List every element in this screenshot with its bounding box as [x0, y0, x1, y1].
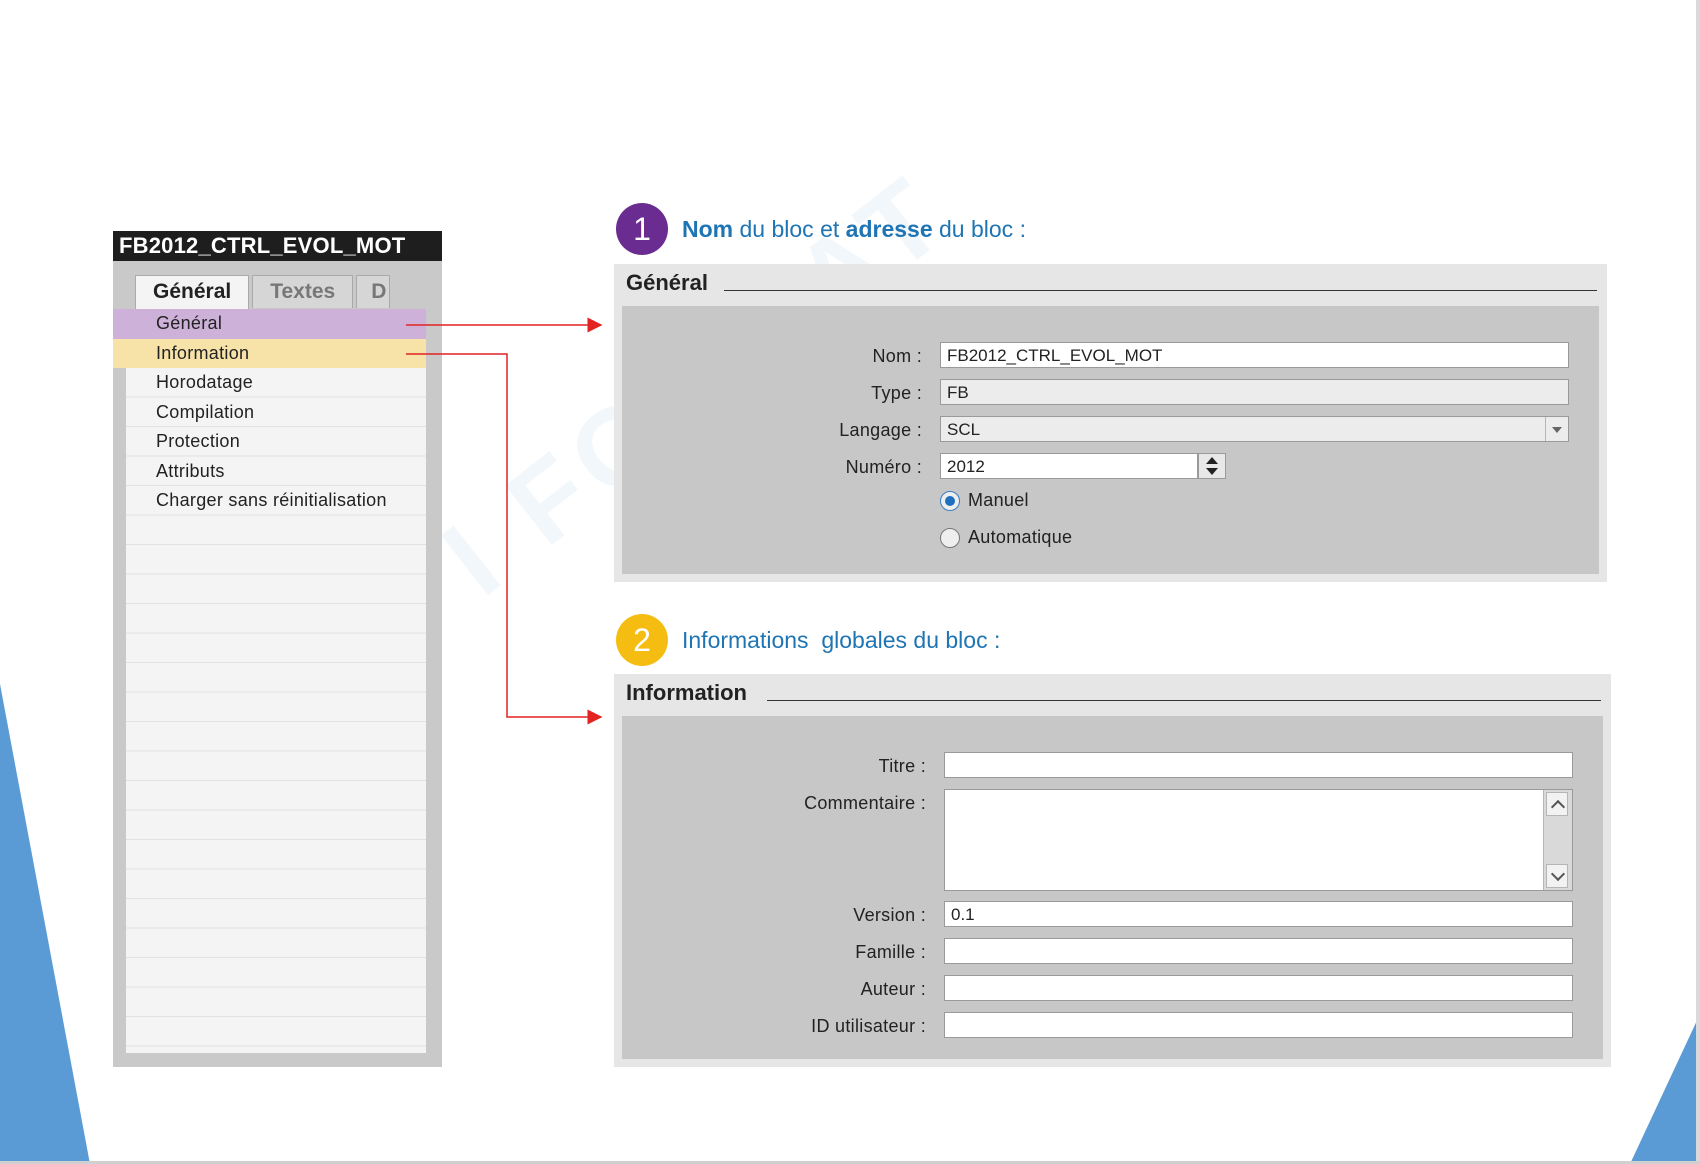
nav-item-attributs[interactable]: Attributs: [126, 457, 426, 487]
step-1-badge: 1: [616, 203, 668, 255]
tab-textes[interactable]: Textes: [252, 275, 354, 308]
commentaire-scrollbar[interactable]: [1543, 790, 1572, 890]
nav-item-compilation[interactable]: Compilation: [126, 398, 426, 428]
general-panel-body: Nom : FB2012_CTRL_EVOL_MOT Type : FB Lan…: [622, 306, 1599, 574]
auteur-label: Auteur :: [860, 979, 926, 999]
famille-label: Famille :: [855, 942, 926, 962]
section1-heading-text: Nom du bloc et adresse du bloc :: [682, 216, 1026, 243]
titre-row: Titre :: [622, 752, 1603, 780]
radio-manuel-button[interactable]: [940, 490, 960, 511]
id-utilisateur-label: ID utilisateur :: [811, 1016, 926, 1036]
information-panel-title: Information: [626, 680, 759, 706]
langage-value: SCL: [947, 420, 981, 439]
version-label: Version :: [853, 905, 926, 925]
nav-item-protection[interactable]: Protection: [126, 427, 426, 457]
nom-row: Nom : FB2012_CTRL_EVOL_MOT: [622, 342, 1599, 370]
radio-automatique[interactable]: Automatique: [940, 527, 1072, 548]
titre-input[interactable]: [944, 752, 1573, 778]
version-row: Version : 0.1: [622, 901, 1603, 929]
properties-nav-list: Général Information Horodatage Compilati…: [113, 309, 426, 1053]
scroll-up-button[interactable]: [1546, 792, 1568, 816]
general-properties-panel: Général Nom : FB2012_CTRL_EVOL_MOT Type …: [614, 264, 1607, 582]
heading1-bold-adresse: adresse: [845, 215, 933, 242]
general-panel-title: Général: [626, 270, 720, 296]
block-name-title: FB2012_CTRL_EVOL_MOT: [113, 231, 442, 261]
step-2-badge: 2: [616, 614, 668, 666]
general-panel-divider: [724, 290, 1597, 291]
radio-automatique-button[interactable]: [940, 527, 960, 548]
information-panel-body: Titre : Commentaire : Version : 0.1 Fami…: [622, 716, 1603, 1059]
block-properties-panel: FB2012_CTRL_EVOL_MOT Général Textes D Gé…: [113, 231, 442, 1067]
chevron-down-icon: [1550, 866, 1566, 882]
section1-heading: 1 Nom du bloc et adresse du bloc :: [616, 203, 1026, 255]
tab-d[interactable]: D: [356, 275, 391, 308]
langage-row: Langage : SCL: [622, 416, 1599, 444]
numero-label: Numéro :: [845, 457, 922, 477]
famille-input[interactable]: [944, 938, 1573, 964]
section2-heading: 2 Informations globales du bloc :: [616, 614, 1000, 666]
type-label: Type :: [871, 383, 922, 403]
information-panel-divider: [767, 700, 1601, 701]
section2-heading-text: Informations globales du bloc :: [682, 626, 1001, 653]
titre-label: Titre :: [878, 756, 926, 776]
numero-stepper[interactable]: [1198, 453, 1226, 479]
type-field: FB: [940, 379, 1569, 405]
type-row: Type : FB: [622, 379, 1599, 407]
heading1-end: du bloc :: [932, 215, 1026, 242]
id-utilisateur-input[interactable]: [944, 1012, 1573, 1038]
auteur-input[interactable]: [944, 975, 1573, 1001]
nom-input[interactable]: FB2012_CTRL_EVOL_MOT: [940, 342, 1569, 368]
langage-select[interactable]: SCL: [940, 416, 1569, 442]
nav-item-general[interactable]: Général: [113, 309, 426, 339]
id-utilisateur-row: ID utilisateur :: [622, 1012, 1603, 1040]
decorative-triangle-left: [0, 684, 90, 1164]
famille-row: Famille :: [622, 938, 1603, 966]
decorative-triangle-right: [1630, 1014, 1700, 1164]
nav-item-charger-sans-reinit[interactable]: Charger sans réinitialisation: [126, 486, 426, 516]
tab-general[interactable]: Général: [135, 275, 250, 310]
version-input[interactable]: 0.1: [944, 901, 1573, 927]
nav-item-information[interactable]: Information: [113, 338, 426, 368]
nav-item-horodatage[interactable]: Horodatage: [126, 368, 426, 398]
information-properties-panel: Information Titre : Commentaire : Versio…: [614, 674, 1611, 1067]
numero-row: Numéro : 2012: [622, 453, 1599, 481]
heading1-mid: du bloc et: [733, 215, 846, 242]
radio-automatique-label: Automatique: [968, 527, 1073, 547]
commentaire-label: Commentaire :: [804, 793, 926, 813]
numero-input[interactable]: 2012: [940, 453, 1198, 479]
slide-right-border: [1696, 0, 1700, 1164]
scroll-down-button[interactable]: [1546, 864, 1568, 888]
commentaire-textarea[interactable]: [944, 789, 1573, 891]
auteur-row: Auteur :: [622, 975, 1603, 1003]
spin-down-icon[interactable]: [1206, 468, 1218, 475]
nom-label: Nom :: [872, 346, 922, 366]
radio-manuel[interactable]: Manuel: [940, 490, 1029, 511]
properties-tabs: Général Textes D: [135, 275, 393, 310]
spin-up-icon[interactable]: [1206, 457, 1218, 464]
radio-manuel-label: Manuel: [968, 490, 1029, 510]
langage-label: Langage :: [839, 420, 922, 440]
chevron-down-icon[interactable]: [1545, 417, 1568, 441]
chevron-up-icon: [1550, 799, 1566, 815]
heading1-bold-nom: Nom: [682, 215, 734, 242]
